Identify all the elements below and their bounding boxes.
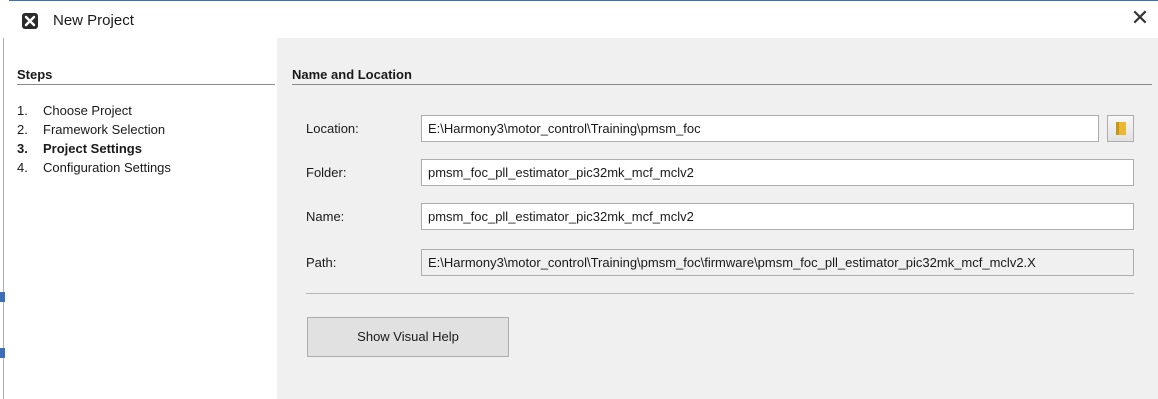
- step-item: 2. Framework Selection: [17, 120, 171, 139]
- window-edge-mark: [0, 348, 5, 358]
- step-item: 1. Choose Project: [17, 101, 171, 120]
- step-item-current: 3. Project Settings: [17, 139, 171, 158]
- separator: [306, 293, 1134, 294]
- step-label: Configuration Settings: [43, 160, 171, 175]
- section-title: Name and Location: [292, 67, 412, 82]
- name-label: Name:: [306, 209, 345, 224]
- steps-list: 1. Choose Project 2. Framework Selection 3…: [17, 101, 171, 177]
- title-bar: New Project ✕: [9, 0, 1158, 38]
- step-label: Framework Selection: [43, 122, 166, 137]
- folder-field[interactable]: pmsm_foc_pll_estimator_pic32mk_mcf_mclv2: [421, 159, 1134, 186]
- settings-panel: Name and Location Location: E:\Harmony3\…: [277, 38, 1158, 399]
- window-title: New Project: [53, 12, 134, 29]
- step-number: 2.: [17, 122, 28, 137]
- browse-button[interactable]: [1107, 115, 1134, 142]
- steps-divider: [17, 84, 275, 85]
- step-number: 1.: [17, 103, 28, 118]
- step-label: Project Settings: [43, 141, 142, 156]
- location-label: Location:: [306, 121, 359, 136]
- folder-label: Folder:: [306, 165, 347, 180]
- steps-heading: Steps: [17, 67, 53, 82]
- steps-panel: Steps 1. Choose Project 2. Framework Selec…: [9, 38, 277, 399]
- app-logo-icon: [22, 13, 38, 29]
- name-field[interactable]: pmsm_foc_pll_estimator_pic32mk_mcf_mclv2: [421, 203, 1134, 230]
- folder-icon: [1116, 122, 1126, 135]
- step-label: Choose Project: [43, 103, 132, 118]
- location-field[interactable]: E:\Harmony3\motor_control\Training\pmsm_…: [421, 115, 1099, 142]
- path-label: Path:: [306, 255, 337, 270]
- close-button[interactable]: ✕: [1128, 7, 1152, 31]
- show-visual-help-button[interactable]: Show Visual Help: [307, 317, 509, 357]
- path-field[interactable]: E:\Harmony3\motor_control\Training\pmsm_…: [421, 249, 1134, 276]
- window-edge-line: [3, 38, 4, 399]
- close-icon: ✕: [1130, 6, 1150, 31]
- section-divider: [292, 84, 1152, 85]
- step-number: 3.: [17, 141, 28, 156]
- window-edge-mark: [0, 292, 5, 302]
- dialog-content: Steps 1. Choose Project 2. Framework Selec…: [9, 38, 1158, 399]
- step-item: 4. Configuration Settings: [17, 158, 171, 177]
- step-number: 4.: [17, 160, 28, 175]
